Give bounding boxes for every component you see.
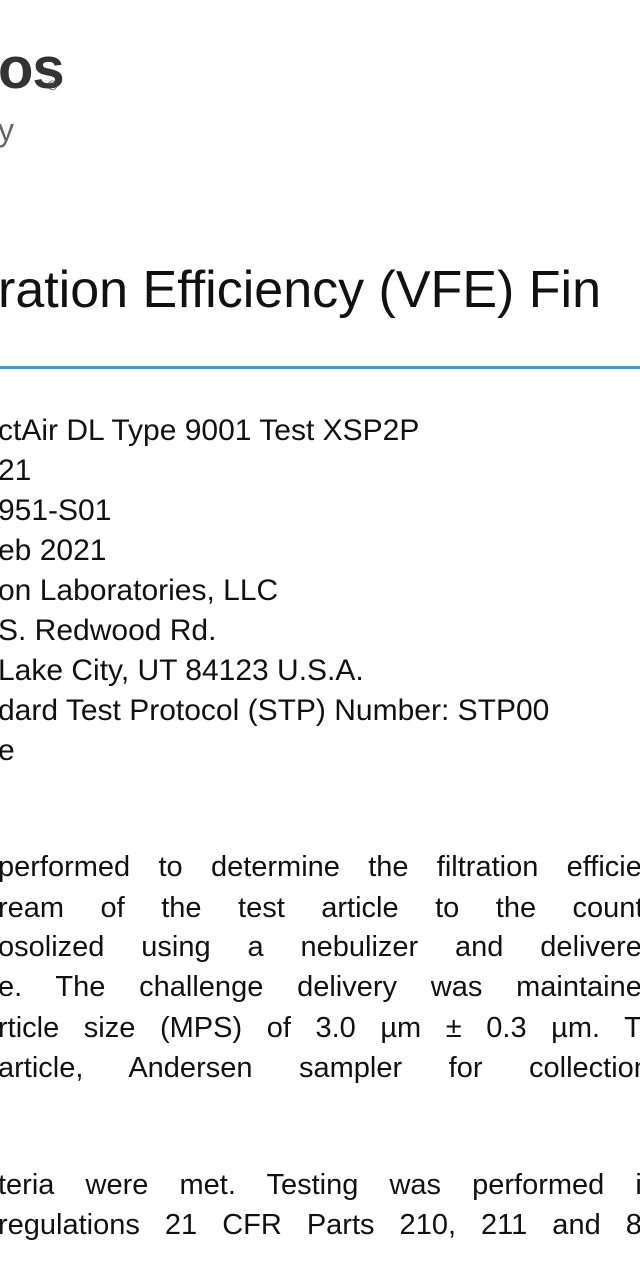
paragraph-line: regulations 21 CFR Parts 210, 211 and 82 bbox=[0, 1209, 640, 1241]
paragraph-line: e. The challenge delivery was maintained bbox=[0, 971, 640, 1003]
info-line-test-date: eb 2021 bbox=[0, 534, 107, 567]
info-line-city: Lake City, UT 84123 U.S.A. bbox=[0, 654, 364, 687]
info-line-deviation: e bbox=[0, 734, 15, 767]
logo-tagline: y bbox=[0, 112, 14, 148]
info-line-protocol: dard Test Protocol (STP) Number: STP00 bbox=[0, 694, 550, 727]
info-line-lab-name: on Laboratories, LLC bbox=[0, 574, 279, 607]
paragraph-line: ream of the test article to the counts bbox=[0, 892, 640, 924]
title-divider bbox=[0, 366, 640, 369]
info-line-study-number: 951-S01 bbox=[0, 494, 112, 527]
paragraph-line: osolized using a nebulizer and delivered bbox=[0, 931, 640, 963]
paragraph-line: teria were met. Testing was performed in bbox=[0, 1169, 640, 1201]
info-line-test-article: ctAir DL Type 9001 Test XSP2P bbox=[0, 414, 420, 447]
report-title: ration Efficiency (VFE) Fin bbox=[0, 261, 602, 319]
paragraph-line: rticle size (MPS) of 3.0 µm ± 0.3 µm. Th bbox=[0, 1012, 640, 1044]
info-line-study-received: 21 bbox=[0, 454, 32, 487]
paragraph-line: performed to determine the filtration ef… bbox=[0, 851, 640, 883]
info-line-street: S. Redwood Rd. bbox=[0, 614, 217, 647]
paragraph-line: article, Andersen sampler for collection… bbox=[0, 1052, 640, 1084]
registered-mark: ® bbox=[46, 79, 59, 94]
